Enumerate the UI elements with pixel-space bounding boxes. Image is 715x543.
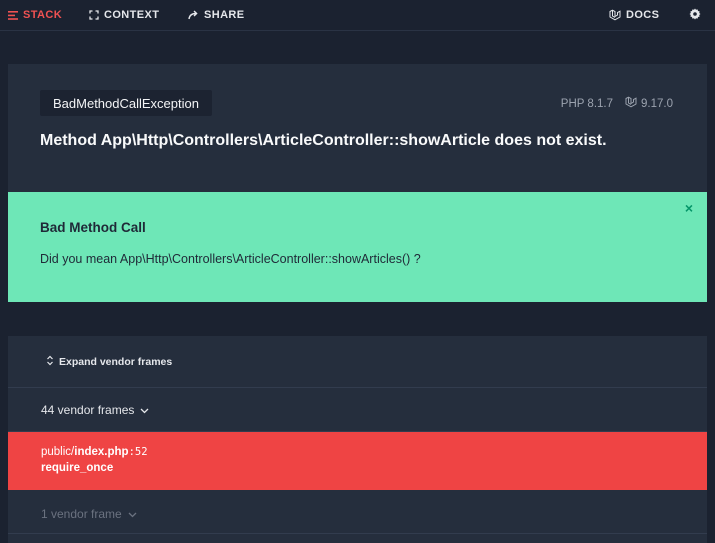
stack-frame-selected[interactable]: public/index.php:52 require_once: [8, 432, 707, 490]
vendor-frames-toggle-2[interactable]: 1 vendor frame: [41, 507, 137, 521]
chevron-down-icon: [122, 507, 137, 521]
expand-vendor-frames-button[interactable]: Expand vendor frames: [46, 355, 172, 369]
nav-stack-tab[interactable]: STACK: [8, 0, 62, 30]
expand-vendor-row: Expand vendor frames: [8, 336, 707, 388]
vendor-frames-group-2: 1 vendor frame: [8, 490, 707, 534]
laravel-icon: [625, 96, 641, 111]
close-icon[interactable]: ×: [685, 201, 693, 215]
vendor-frames-2-label: 1 vendor frame: [41, 507, 122, 521]
version-info: PHP 8.1.7 9.17.0: [561, 96, 673, 111]
frame-file-path: public/index.php:52: [41, 446, 148, 458]
expand-vendor-frames-label: Expand vendor frames: [59, 356, 173, 368]
vendor-frames-label: 44 vendor frames: [41, 403, 135, 417]
nav-context-tab[interactable]: CONTEXT: [89, 0, 159, 30]
php-version: PHP 8.1.7: [560, 97, 614, 110]
frame-line-number: :52: [128, 446, 148, 458]
vendor-frames-toggle[interactable]: 44 vendor frames: [41, 403, 149, 417]
nav-share-tab[interactable]: SHARE: [188, 0, 245, 30]
laravel-version: 9.17.0: [641, 97, 673, 110]
settings-button[interactable]: [689, 0, 701, 30]
frame-dir: public/: [41, 446, 75, 458]
solution-title: Bad Method Call: [40, 220, 146, 235]
stack-icon: [8, 10, 18, 20]
solution-description: Did you mean App\Http\Controllers\Articl…: [40, 252, 421, 266]
chevron-up-down-icon: [46, 355, 59, 369]
laravel-version-group: 9.17.0: [625, 96, 673, 111]
laravel-icon: [609, 9, 621, 21]
exception-class-badge: BadMethodCallException: [40, 90, 212, 116]
chevron-down-icon: [134, 403, 149, 417]
gear-icon: [689, 8, 701, 23]
exception-header: BadMethodCallException PHP 8.1.7 9.17.0 …: [8, 64, 707, 193]
vendor-frames-group: 44 vendor frames: [8, 388, 707, 432]
nav-context-label: CONTEXT: [104, 9, 160, 21]
nav-share-label: SHARE: [204, 9, 245, 21]
nav-docs-link[interactable]: DOCS: [609, 0, 659, 30]
solution-panel: × Bad Method Call Did you mean App\Http\…: [8, 192, 707, 302]
exception-class: BadMethodCallException: [53, 95, 199, 111]
expand-icon: [89, 10, 99, 20]
frame-file-name: index.php: [74, 446, 129, 458]
stack-trace-panel: Expand vendor frames 44 vendor frames pu…: [8, 336, 707, 543]
share-icon: [188, 10, 199, 20]
exception-message: Method App\Http\Controllers\ArticleContr…: [40, 132, 607, 149]
nav-docs-label: DOCS: [626, 9, 660, 21]
nav-stack-label: STACK: [23, 9, 63, 21]
top-nav: STACK CONTEXT SHARE DOCS: [0, 0, 715, 31]
frame-function: require_once: [41, 462, 114, 474]
